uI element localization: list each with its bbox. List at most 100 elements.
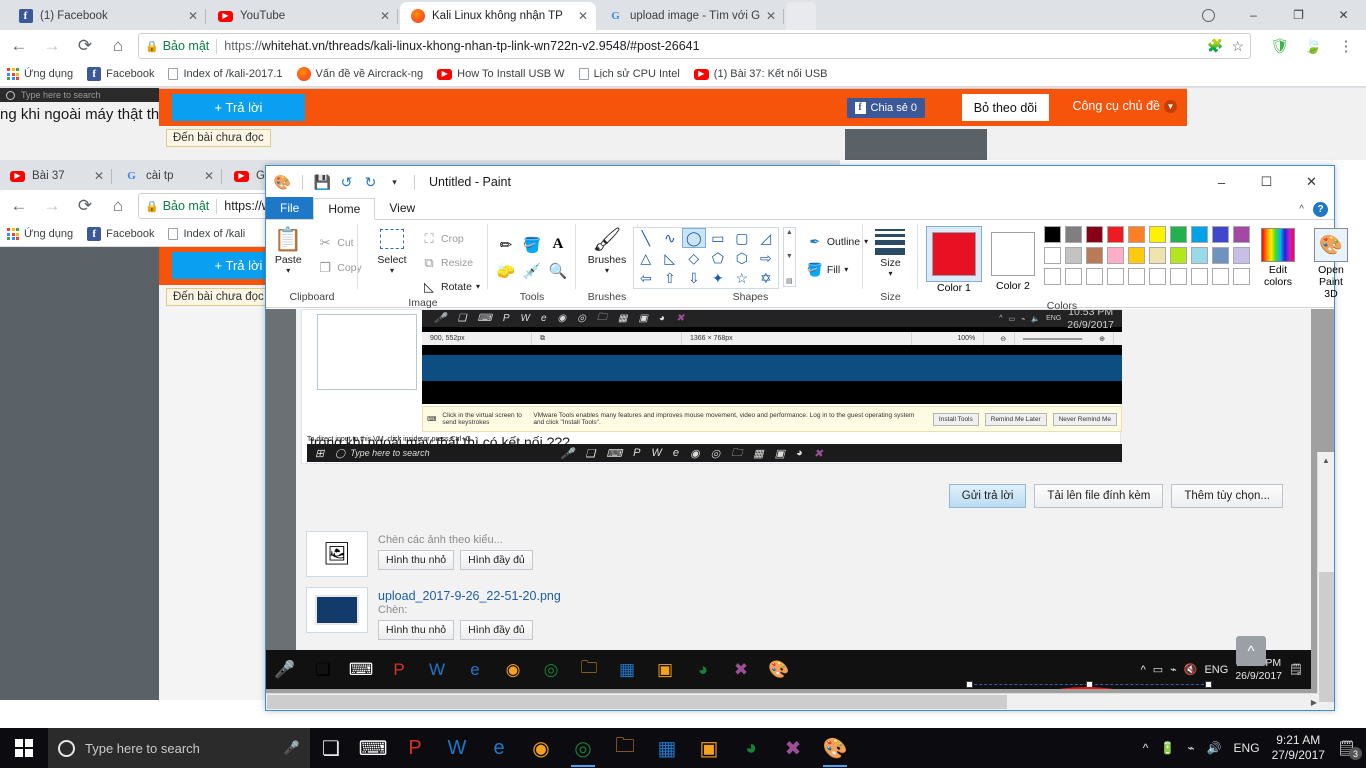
forward-icon[interactable]: →: [38, 32, 66, 60]
system-tray[interactable]: ^ 🔋 ⌁ 🔊 ENG 9:21 AM 27/9/2017 🗒 3: [1143, 733, 1366, 763]
color-swatch[interactable]: [1190, 226, 1208, 243]
scroll-right-icon[interactable]: ▶: [1311, 694, 1317, 710]
color-swatch[interactable]: [1190, 268, 1208, 285]
file-explorer-icon[interactable]: 🗀: [604, 728, 646, 768]
crop-button[interactable]: ⛶ Crop: [421, 228, 480, 249]
color-swatch[interactable]: [1169, 268, 1187, 285]
paint-canvas-image[interactable]: 🎤 ❏ ⌨ P W e ◉ ◎ 🗀 ▦ ▣ ◕ ✖ ^ ▭ ⌁ 🔈 ENG 10…: [266, 309, 1311, 689]
home-icon[interactable]: ⌂: [104, 192, 132, 220]
color2-swatch[interactable]: [990, 232, 1035, 276]
shape-four-point-star[interactable]: ✦: [706, 268, 730, 288]
color-swatch[interactable]: [1106, 268, 1124, 285]
scroll-up-icon[interactable]: ▲: [1318, 452, 1334, 469]
rotate-button[interactable]: ◺ Rotate ▾: [421, 276, 480, 297]
windows-taskbar[interactable]: Type here to search 🎤 ❏ ⌨ P W e ◉ ◎ 🗀 ▦ …: [0, 728, 1366, 768]
selection-handle[interactable]: [966, 681, 973, 688]
avast-leaf-icon[interactable]: 🍃: [1299, 32, 1327, 60]
forward-icon[interactable]: →: [38, 192, 66, 220]
submit-reply-button[interactable]: Gửi trả lời: [948, 484, 1027, 508]
color-swatch[interactable]: [1211, 268, 1229, 285]
shape-curve[interactable]: ∿: [658, 228, 682, 248]
close-icon[interactable]: ✕: [186, 9, 200, 23]
close-icon[interactable]: ✕: [202, 169, 216, 183]
save-icon[interactable]: 💾: [314, 174, 331, 191]
background-browser-1[interactable]: Type here to search ng khi ngoài máy thậ…: [0, 88, 1366, 160]
color-swatch[interactable]: [1190, 247, 1208, 264]
color-swatch[interactable]: [1211, 247, 1229, 264]
color-swatch[interactable]: [1211, 226, 1229, 243]
color-swatch[interactable]: [1085, 247, 1103, 264]
extension-icon[interactable]: 🧩: [1207, 38, 1223, 54]
battery-icon[interactable]: 🔋: [1160, 741, 1175, 755]
bg1-unread-tooltip[interactable]: Đến bài chưa đọc: [166, 129, 271, 147]
close-icon[interactable]: ✕: [92, 169, 106, 183]
undo-icon[interactable]: ↺: [338, 174, 355, 191]
color-picker-icon[interactable]: 💉: [519, 258, 545, 284]
new-tab-button[interactable]: [786, 2, 816, 30]
chrome-icon[interactable]: ◎: [562, 728, 604, 768]
shape-left-arrow[interactable]: ⇦: [634, 268, 658, 288]
bookmark-aircrack[interactable]: Vấn đề về Aircrack-ng: [290, 63, 431, 85]
color-swatch[interactable]: [1085, 268, 1103, 285]
color-swatch[interactable]: [1064, 247, 1082, 264]
never-remind-button[interactable]: Never Remind Me: [1052, 412, 1117, 426]
audacity-icon[interactable]: ◕: [730, 728, 772, 768]
customize-dropdown-icon[interactable]: ▾: [386, 174, 403, 191]
color-swatch[interactable]: [1085, 226, 1103, 243]
scroll-to-top-button[interactable]: ^: [1236, 636, 1266, 666]
copy-button[interactable]: ❐ Copy: [317, 257, 361, 278]
tab-upload-image[interactable]: G upload image - Tìm với G ✕: [598, 2, 784, 30]
shape-hexagon[interactable]: ⬡: [730, 248, 754, 268]
upload-attachment-button[interactable]: Tải lên file đính kèm: [1034, 484, 1164, 508]
remind-later-button[interactable]: Remind Me Later: [984, 412, 1047, 426]
color-swatch[interactable]: [1043, 247, 1061, 264]
paint-ribbon[interactable]: 📋 Paste ▾ ✂ Cut ❐ Copy Clipboard Select …: [266, 220, 1348, 312]
color-swatch[interactable]: [1106, 247, 1124, 264]
bg2-bookmark-facebook[interactable]: f Facebook: [80, 223, 161, 245]
brushes-button[interactable]: 🖌 Brushes ▾: [581, 224, 633, 275]
microphone-icon[interactable]: 🎤: [284, 740, 300, 756]
bookmark-usb-howto[interactable]: ▶ How To Install USB W: [430, 63, 571, 85]
shape-pentagon[interactable]: ⬠: [706, 248, 730, 268]
color1-swatch[interactable]: [931, 232, 976, 276]
windows-start-icon[interactable]: [0, 728, 48, 768]
chevron-up-icon[interactable]: ^: [1143, 741, 1149, 755]
color1-swatch-wrap[interactable]: [925, 226, 982, 282]
install-tools-button[interactable]: Install Tools: [932, 412, 979, 426]
selection-handle[interactable]: [1205, 681, 1212, 688]
color-swatch[interactable]: [1064, 268, 1082, 285]
ribbon-right-controls[interactable]: ^ ?: [1299, 202, 1328, 217]
pencil-icon[interactable]: ✏: [493, 232, 519, 258]
address-bar[interactable]: 🔒 Bảo mật https://whitehat.vn/threads/ka…: [138, 33, 1251, 59]
color-swatch[interactable]: [1232, 268, 1250, 285]
tab-view[interactable]: View: [375, 197, 429, 219]
scroll-down-icon[interactable]: ▼: [786, 253, 793, 260]
cut-button[interactable]: ✂ Cut: [317, 232, 362, 253]
bookmark-bai37[interactable]: ▶ (1) Bài 37: Kết nối USB: [687, 63, 835, 85]
back-icon[interactable]: ←: [5, 32, 33, 60]
eraser-icon[interactable]: 🧽: [493, 258, 519, 284]
size-button[interactable]: Size ▾: [864, 224, 916, 278]
taskbar-clock[interactable]: 9:21 AM 27/9/2017: [1272, 733, 1325, 763]
bookmarks-bar[interactable]: Ứng dụng f Facebook Index of /kali-2017.…: [0, 62, 1366, 87]
attachment-1-fullsize-button[interactable]: Hình đầy đủ: [460, 620, 533, 640]
shape-rounded-rectangle[interactable]: ▢: [730, 228, 754, 248]
close-icon[interactable]: ✕: [1289, 166, 1334, 198]
bookmark-cpu-intel[interactable]: Lịch sử CPU Intel: [572, 63, 687, 85]
paint-ribbon-tabs[interactable]: Clipboard File Home View ^ ?: [266, 197, 1334, 220]
scroll-expand-icon[interactable]: ▤: [786, 277, 793, 285]
color-swatch[interactable]: [1127, 226, 1145, 243]
select-button[interactable]: Select ▾: [366, 224, 418, 275]
home-icon[interactable]: ⌂: [104, 32, 132, 60]
taskbar-search-box[interactable]: Type here to search 🎤: [48, 728, 310, 768]
bg2-tab-1[interactable]: G cài tp ✕: [114, 162, 222, 190]
minimize-icon[interactable]: –: [1199, 166, 1244, 198]
paste-button[interactable]: 📋 Paste ▾: [262, 224, 314, 275]
shape-right-arrow[interactable]: ⇨: [754, 248, 778, 268]
window-controls[interactable]: – ❐ ✕: [1186, 0, 1366, 30]
shape-oval[interactable]: ◯: [681, 228, 706, 248]
attachment-1-title[interactable]: upload_2017-9-26_22-51-20.png: [378, 589, 561, 603]
chevron-up-icon[interactable]: ^: [1299, 204, 1304, 215]
menu-icon[interactable]: ⋮: [1332, 32, 1360, 60]
edge-icon[interactable]: e: [478, 728, 520, 768]
